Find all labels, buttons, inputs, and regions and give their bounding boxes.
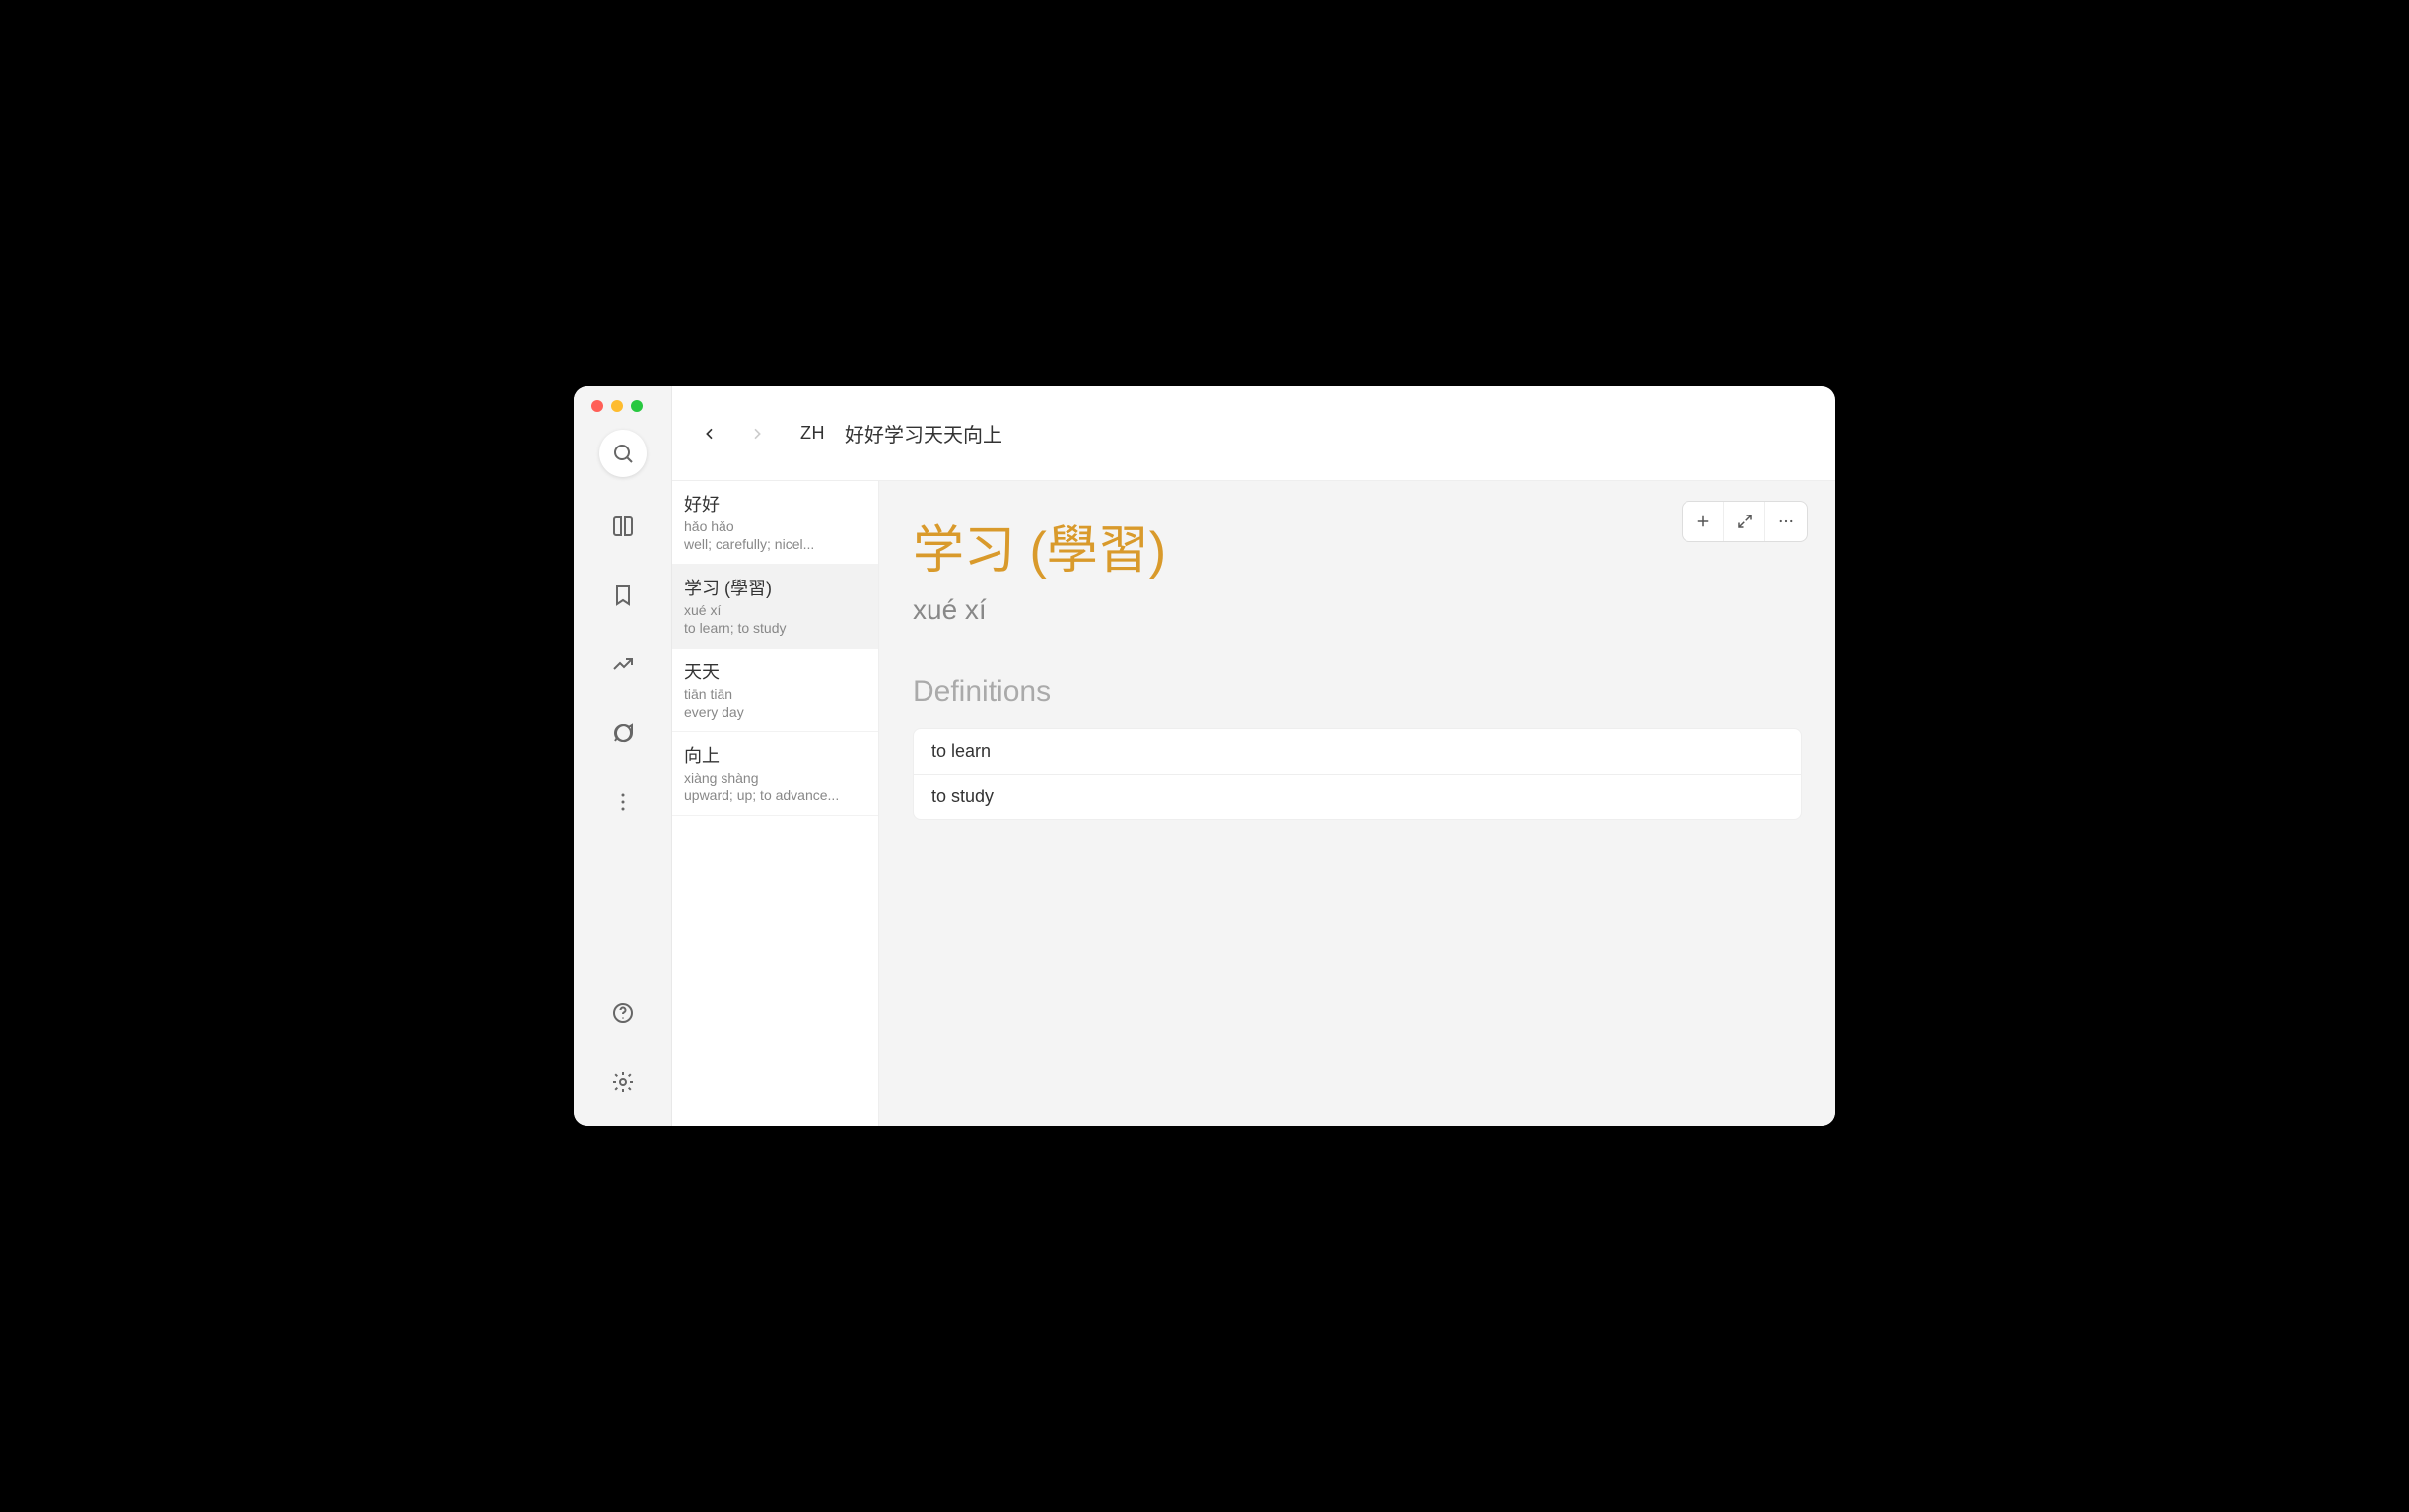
word-pinyin: tiān tiān bbox=[684, 686, 866, 702]
word-pinyin: hǎo hǎo bbox=[684, 518, 866, 534]
word-list-item[interactable]: 学习 (學習) xué xí to learn; to study bbox=[672, 565, 878, 649]
word-hanzi: 学习 (學習) bbox=[684, 575, 866, 600]
sidebar-item-more[interactable] bbox=[599, 779, 647, 826]
word-list-item[interactable]: 好好 hǎo hǎo well; carefully; nicel... bbox=[672, 481, 878, 565]
bookmark-icon bbox=[611, 584, 635, 607]
main: ZH 好好学习天天向上 好好 hǎo hǎo well; carefully; … bbox=[672, 386, 1835, 1126]
sidebar bbox=[574, 386, 672, 1126]
sidebar-item-settings[interactable] bbox=[599, 1059, 647, 1106]
detail-actions bbox=[1682, 501, 1808, 542]
sidebar-item-help[interactable] bbox=[599, 990, 647, 1037]
sidebar-item-stats[interactable] bbox=[599, 641, 647, 688]
chat-icon bbox=[611, 722, 635, 745]
more-button[interactable] bbox=[1765, 502, 1807, 541]
chevron-right-icon bbox=[749, 426, 765, 442]
topbar: ZH 好好学习天天向上 bbox=[672, 386, 1835, 481]
body: 好好 hǎo hǎo well; carefully; nicel... 学习 … bbox=[672, 481, 1835, 1126]
word-hanzi: 好好 bbox=[684, 491, 866, 516]
book-icon bbox=[611, 515, 635, 538]
definitions-card: to learn to study bbox=[913, 728, 1802, 820]
word-list: 好好 hǎo hǎo well; carefully; nicel... 学习 … bbox=[672, 481, 879, 1126]
expand-icon bbox=[1736, 513, 1754, 530]
chevron-left-icon bbox=[702, 426, 718, 442]
search-icon bbox=[611, 442, 635, 465]
definition-row: to learn bbox=[914, 729, 1801, 775]
nav-back-button[interactable] bbox=[696, 420, 723, 447]
minimize-window-button[interactable] bbox=[611, 400, 623, 412]
word-gloss: upward; up; to advance... bbox=[684, 788, 866, 803]
word-list-item[interactable]: 向上 xiàng shàng upward; up; to advance... bbox=[672, 732, 878, 816]
sidebar-item-dictionary[interactable] bbox=[599, 503, 647, 550]
language-badge: ZH bbox=[800, 423, 825, 444]
close-window-button[interactable] bbox=[591, 400, 603, 412]
more-horizontal-icon bbox=[1777, 513, 1795, 530]
word-gloss: to learn; to study bbox=[684, 620, 866, 636]
gear-icon bbox=[611, 1070, 635, 1094]
content: ZH 好好学习天天向上 好好 hǎo hǎo well; carefully; … bbox=[574, 386, 1835, 1126]
word-gloss: well; carefully; nicel... bbox=[684, 536, 866, 552]
more-vertical-icon bbox=[611, 790, 635, 814]
breadcrumb: 好好学习天天向上 bbox=[845, 419, 1002, 447]
search-button[interactable] bbox=[599, 430, 647, 477]
expand-button[interactable] bbox=[1724, 502, 1765, 541]
add-button[interactable] bbox=[1683, 502, 1724, 541]
sidebar-item-chat[interactable] bbox=[599, 710, 647, 757]
word-list-item[interactable]: 天天 tiān tiān every day bbox=[672, 649, 878, 732]
word-pinyin: xiàng shàng bbox=[684, 770, 866, 786]
help-icon bbox=[611, 1001, 635, 1025]
definition-row: to study bbox=[914, 775, 1801, 819]
word-gloss: every day bbox=[684, 704, 866, 720]
trending-up-icon bbox=[611, 653, 635, 676]
sidebar-bottom bbox=[599, 990, 647, 1110]
plus-icon bbox=[1694, 513, 1712, 530]
word-pinyin: xué xí bbox=[684, 602, 866, 618]
sidebar-item-bookmarks[interactable] bbox=[599, 572, 647, 619]
definitions-heading: Definitions bbox=[913, 675, 1802, 709]
maximize-window-button[interactable] bbox=[631, 400, 643, 412]
detail-pane: 学习 (學習) xué xí Definitions to learn to s… bbox=[879, 481, 1835, 1126]
headword: 学习 (學習) bbox=[913, 509, 1802, 583]
word-hanzi: 向上 bbox=[684, 742, 866, 768]
app-window: ZH 好好学习天天向上 好好 hǎo hǎo well; carefully; … bbox=[574, 386, 1835, 1126]
word-hanzi: 天天 bbox=[684, 658, 866, 684]
headword-pinyin: xué xí bbox=[913, 594, 1802, 626]
window-controls bbox=[591, 400, 643, 412]
nav-forward-button[interactable] bbox=[743, 420, 771, 447]
